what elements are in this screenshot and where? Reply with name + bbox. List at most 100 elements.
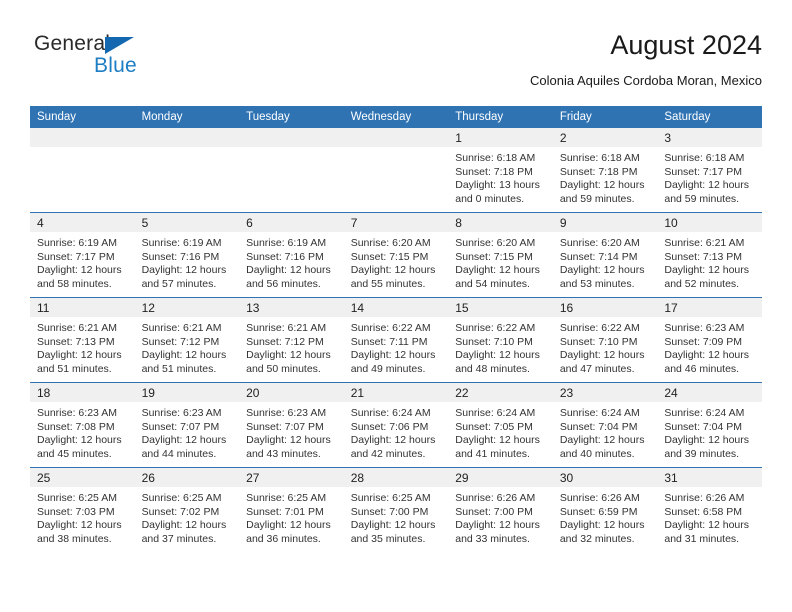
calendar-day-cell[interactable]: 30 Sunrise: 6:26 AM Sunset: 6:59 PM Dayligh…: [552, 467, 658, 552]
day-details: Sunrise: 6:23 AM Sunset: 7:07 PM Daylight:…: [239, 402, 344, 461]
sunrise-time: Sunrise: 6:19 AM: [37, 237, 117, 249]
day-details: Sunrise: 6:18 AM Sunset: 7:18 PM Daylight:…: [553, 147, 658, 206]
daylight-duration-line1: Daylight: 12 hours: [664, 264, 750, 277]
calendar-day-cell[interactable]: 21 Sunrise: 6:24 AM Sunset: 7:06 PM Dayligh…: [343, 382, 449, 468]
sunset-time: Sunset: 7:05 PM: [455, 420, 533, 433]
sunrise-time: Sunrise: 6:20 AM: [455, 237, 536, 249]
day-details: Sunrise: 6:22 AM Sunset: 7:10 PM Daylight:…: [448, 317, 553, 376]
sunset-time: Sunset: 7:18 PM: [559, 165, 638, 178]
daylight-duration-line2: and 55 minutes.: [350, 277, 426, 290]
sunset-time: Sunset: 7:04 PM: [559, 420, 638, 433]
day-details: Sunrise: 6:18 AM Sunset: 7:17 PM Daylight:…: [657, 147, 762, 206]
calendar-day-cell[interactable]: 15 Sunrise: 6:22 AM Sunset: 7:10 PM Dayligh…: [448, 297, 553, 383]
day-number: 31: [657, 468, 762, 487]
calendar-day-cell[interactable]: 26 Sunrise: 6:25 AM Sunset: 7:02 PM Dayligh…: [134, 467, 240, 552]
calendar-day-cell[interactable]: 2 Sunrise: 6:18 AM Sunset: 7:18 PM Daylight…: [552, 128, 658, 213]
sunset-time: Sunset: 7:16 PM: [246, 250, 324, 263]
calendar-day-cell[interactable]: 31 Sunrise: 6:26 AM Sunset: 6:58 PM Dayligh…: [657, 467, 762, 552]
day-number: 29: [448, 468, 553, 487]
calendar-day-cell[interactable]: 20 Sunrise: 6:23 AM Sunset: 7:07 PM Dayligh…: [239, 382, 344, 468]
day-number: 11: [30, 298, 135, 317]
calendar-day-cell[interactable]: 4 Sunrise: 6:19 AM Sunset: 7:17 PM Daylight…: [30, 212, 135, 298]
sunset-time: Sunset: 7:10 PM: [455, 335, 533, 348]
calendar-day-cell[interactable]: 27 Sunrise: 6:25 AM Sunset: 7:01 PM Dayligh…: [239, 467, 344, 552]
sunset-time: Sunset: 7:00 PM: [350, 505, 429, 518]
weekday-header-tuesday: Tuesday: [239, 106, 344, 128]
calendar-page: General Blue August 2024 Colonia Aquiles…: [0, 0, 792, 612]
sunrise-time: Sunrise: 6:18 AM: [559, 152, 640, 164]
calendar-day-cell[interactable]: 1 Sunrise: 6:18 AM Sunset: 7:18 PM Daylight…: [448, 128, 553, 213]
calendar-day-cell[interactable]: 28 Sunrise: 6:25 AM Sunset: 7:00 PM Dayligh…: [343, 467, 449, 552]
daylight-duration-line1: Daylight: 12 hours: [350, 434, 436, 447]
calendar-day-cell[interactable]: 8 Sunrise: 6:20 AM Sunset: 7:15 PM Daylight…: [448, 212, 553, 298]
calendar-day-cell[interactable]: 14 Sunrise: 6:22 AM Sunset: 7:11 PM Dayligh…: [343, 297, 449, 383]
day-number: 10: [657, 213, 762, 232]
daylight-duration-line1: Daylight: 12 hours: [350, 349, 436, 362]
sunset-time: Sunset: 7:08 PM: [37, 420, 115, 433]
sunset-time: Sunset: 7:09 PM: [664, 335, 743, 348]
sunrise-time: Sunrise: 6:25 AM: [350, 492, 431, 504]
calendar-day-cell[interactable]: 6 Sunrise: 6:19 AM Sunset: 7:16 PM Daylight…: [239, 212, 344, 298]
calendar-day-cell[interactable]: 23 Sunrise: 6:24 AM Sunset: 7:04 PM Dayligh…: [552, 382, 658, 468]
calendar-day-cell[interactable]: 25 Sunrise: 6:25 AM Sunset: 7:03 PM Dayligh…: [30, 467, 135, 552]
day-details: Sunrise: 6:26 AM Sunset: 6:59 PM Daylight:…: [553, 487, 658, 546]
sunset-time: Sunset: 7:11 PM: [350, 335, 428, 348]
calendar-day-cell[interactable]: 17 Sunrise: 6:23 AM Sunset: 7:09 PM Dayligh…: [657, 297, 762, 383]
day-number: 14: [343, 298, 449, 317]
day-number: 1: [448, 128, 553, 147]
daylight-duration-line2: and 0 minutes.: [455, 192, 525, 205]
title-block: August 2024 Colonia Aquiles Cordoba Mora…: [530, 28, 762, 91]
daylight-duration-line1: Daylight: 12 hours: [559, 349, 645, 362]
sunrise-time: Sunrise: 6:26 AM: [664, 492, 745, 504]
sunset-time: Sunset: 7:10 PM: [559, 335, 638, 348]
daylight-duration-line2: and 52 minutes.: [664, 277, 740, 290]
daylight-duration-line1: Daylight: 12 hours: [664, 349, 750, 362]
sunrise-time: Sunrise: 6:21 AM: [664, 237, 745, 249]
sunset-time: Sunset: 7:00 PM: [455, 505, 533, 518]
sunset-time: Sunset: 6:58 PM: [664, 505, 743, 518]
day-details: Sunrise: 6:26 AM Sunset: 7:00 PM Daylight:…: [448, 487, 553, 546]
general-blue-logo[interactable]: General Blue: [34, 32, 164, 88]
calendar-day-cell[interactable]: 19 Sunrise: 6:23 AM Sunset: 7:07 PM Dayligh…: [134, 382, 240, 468]
daylight-duration-line1: Daylight: 12 hours: [664, 519, 750, 532]
calendar-day-cell[interactable]: 10 Sunrise: 6:21 AM Sunset: 7:13 PM Dayligh…: [657, 212, 762, 298]
calendar-day-cell[interactable]: 24 Sunrise: 6:24 AM Sunset: 7:04 PM Dayligh…: [657, 382, 762, 468]
daylight-duration-line1: Daylight: 12 hours: [559, 179, 645, 192]
daylight-duration-line2: and 41 minutes.: [455, 447, 530, 460]
sunrise-time: Sunrise: 6:19 AM: [141, 237, 222, 249]
day-details: Sunrise: 6:23 AM Sunset: 7:08 PM Daylight:…: [30, 402, 135, 461]
sunrise-time: Sunrise: 6:24 AM: [664, 407, 745, 419]
calendar-day-cell[interactable]: 5 Sunrise: 6:19 AM Sunset: 7:16 PM Daylight…: [134, 212, 240, 298]
calendar-day-cell[interactable]: 7 Sunrise: 6:20 AM Sunset: 7:15 PM Daylight…: [343, 212, 449, 298]
day-details: Sunrise: 6:24 AM Sunset: 7:06 PM Daylight:…: [344, 402, 449, 461]
calendar-day-cell[interactable]: 13 Sunrise: 6:21 AM Sunset: 7:12 PM Dayligh…: [239, 297, 344, 383]
daylight-duration-line1: Daylight: 12 hours: [559, 434, 645, 447]
day-details: Sunrise: 6:23 AM Sunset: 7:07 PM Daylight:…: [135, 402, 240, 461]
calendar-day-cell[interactable]: 22 Sunrise: 6:24 AM Sunset: 7:05 PM Dayligh…: [448, 382, 553, 468]
day-number: [134, 128, 240, 147]
sunrise-time: Sunrise: 6:18 AM: [455, 152, 536, 164]
sunset-time: Sunset: 7:17 PM: [664, 165, 743, 178]
sunset-time: Sunset: 7:16 PM: [141, 250, 220, 263]
daylight-duration-line1: Daylight: 12 hours: [559, 264, 645, 277]
day-number: 6: [239, 213, 344, 232]
logo-text-blue: Blue: [94, 54, 137, 77]
daylight-duration-line1: Daylight: 12 hours: [37, 519, 122, 532]
calendar-day-cell[interactable]: 29 Sunrise: 6:26 AM Sunset: 7:00 PM Dayligh…: [448, 467, 553, 552]
calendar-table: Sunday Monday Tuesday Wednesday Thursday Frid…: [30, 106, 762, 552]
calendar-day-cell[interactable]: 11 Sunrise: 6:21 AM Sunset: 7:13 PM Dayligh…: [30, 297, 135, 383]
daylight-duration-line1: Daylight: 12 hours: [455, 434, 540, 447]
day-details: Sunrise: 6:20 AM Sunset: 7:14 PM Daylight:…: [553, 232, 658, 291]
daylight-duration-line1: Daylight: 12 hours: [246, 349, 331, 362]
calendar-day-cell[interactable]: 9 Sunrise: 6:20 AM Sunset: 7:14 PM Daylight…: [552, 212, 658, 298]
daylight-duration-line2: and 33 minutes.: [455, 532, 530, 545]
sunset-time: Sunset: 7:12 PM: [141, 335, 220, 348]
calendar-day-cell[interactable]: 18 Sunrise: 6:23 AM Sunset: 7:08 PM Dayligh…: [30, 382, 135, 468]
calendar-day-cell[interactable]: 12 Sunrise: 6:21 AM Sunset: 7:12 PM Dayligh…: [134, 297, 240, 383]
day-number: [343, 128, 449, 147]
sunrise-time: Sunrise: 6:20 AM: [350, 237, 431, 249]
daylight-duration-line2: and 42 minutes.: [350, 447, 426, 460]
calendar-day-cell[interactable]: 16 Sunrise: 6:22 AM Sunset: 7:10 PM Dayligh…: [552, 297, 658, 383]
calendar-day-cell[interactable]: 3 Sunrise: 6:18 AM Sunset: 7:17 PM Daylight…: [657, 128, 762, 213]
sunrise-time: Sunrise: 6:22 AM: [455, 322, 536, 334]
